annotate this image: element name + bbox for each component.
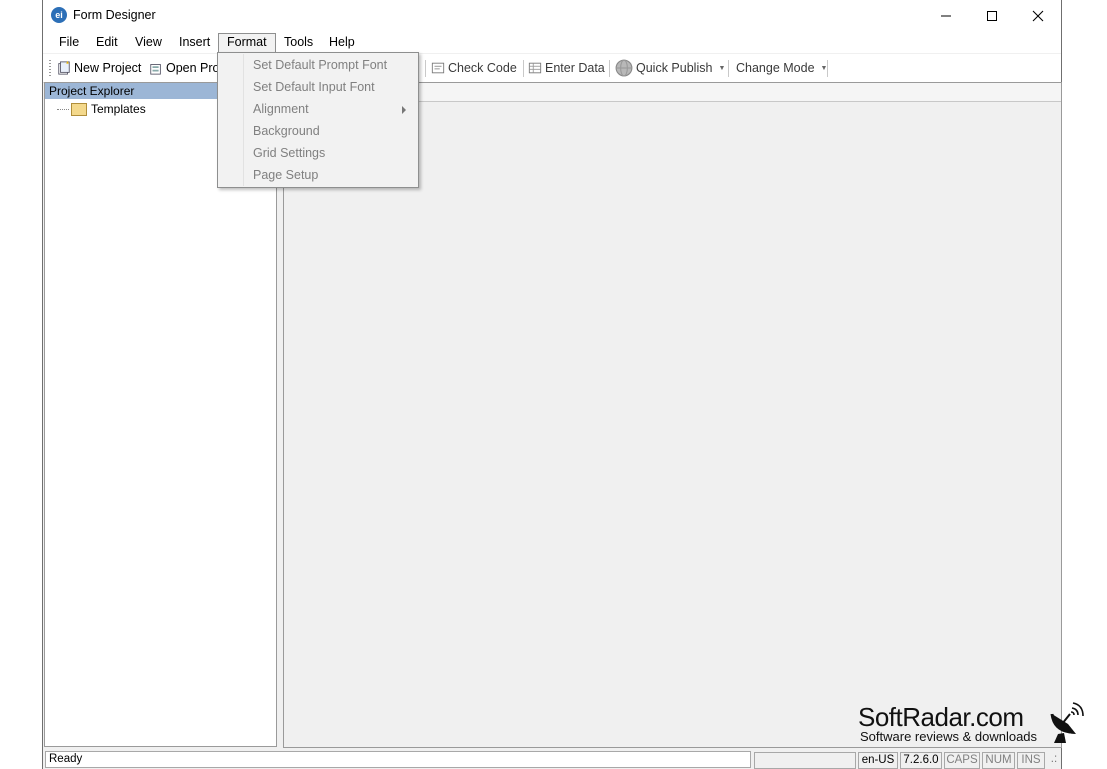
menu-item-set-default-prompt-font[interactable]: Set Default Prompt Font — [253, 54, 387, 76]
minimize-button[interactable] — [923, 0, 969, 31]
menu-item-page-setup[interactable]: Page Setup — [253, 164, 318, 186]
open-project-button[interactable]: Open Pro — [149, 58, 220, 78]
menu-icon-gutter — [219, 54, 244, 186]
enter-data-label: Enter Data — [545, 61, 605, 75]
status-locale: en-US — [858, 752, 898, 769]
minimize-icon — [941, 15, 951, 16]
toolbar-separator — [827, 60, 828, 77]
format-menu-dropdown: Set Default Prompt Font Set Default Inpu… — [217, 52, 419, 188]
folder-icon — [71, 102, 87, 116]
maximize-icon — [987, 10, 997, 21]
maximize-button[interactable] — [969, 0, 1015, 31]
title-bar[interactable]: ei Form Designer — [43, 0, 1061, 31]
menu-view[interactable]: View — [127, 33, 170, 52]
window-title: Form Designer — [73, 8, 156, 22]
enter-data-button[interactable]: Enter Data — [528, 58, 605, 78]
menu-edit[interactable]: Edit — [88, 33, 126, 52]
toolbar-separator — [523, 60, 524, 77]
status-blank-cell — [754, 752, 856, 769]
open-project-label: Open Pro — [166, 61, 220, 75]
satellite-dish-icon — [1050, 702, 1084, 743]
new-project-icon — [58, 61, 70, 75]
menu-item-grid-settings[interactable]: Grid Settings — [253, 142, 325, 164]
new-project-label: New Project — [74, 61, 142, 75]
toolbar-separator — [728, 60, 729, 77]
globe-icon — [615, 59, 633, 77]
menu-item-set-default-input-font[interactable]: Set Default Input Font — [253, 76, 375, 98]
resize-grip-icon[interactable]: .: — [1047, 752, 1061, 769]
chevron-down-icon: ▼ — [718, 64, 726, 72]
change-mode-button[interactable]: Change Mode ▼ — [736, 58, 827, 78]
tree-item-label: Templates — [91, 102, 146, 116]
toolbar-grip[interactable] — [49, 60, 51, 76]
open-project-icon — [150, 64, 161, 75]
tree-item-templates[interactable]: Templates — [57, 101, 146, 117]
app-window: ei Form Designer File Edit View Insert F… — [42, 0, 1062, 769]
toolbar-separator — [425, 60, 426, 77]
status-caps: CAPS — [944, 752, 980, 769]
new-project-button[interactable]: New Project — [57, 58, 141, 78]
tree-connector — [57, 108, 69, 110]
enter-data-icon — [528, 62, 542, 74]
menu-file[interactable]: File — [51, 33, 87, 52]
menu-format[interactable]: Format — [218, 33, 276, 54]
softradar-watermark: SoftRadar.com Software reviews & downloa… — [858, 700, 1098, 746]
menu-insert[interactable]: Insert — [171, 33, 218, 52]
status-bar: Ready en-US 7.2.6.0 CAPS NUM INS .: — [43, 750, 1061, 769]
menu-tools[interactable]: Tools — [276, 33, 321, 52]
menu-item-background[interactable]: Background — [253, 120, 320, 142]
status-ins: INS — [1017, 752, 1045, 769]
quick-publish-label: Quick Publish — [636, 61, 713, 75]
menu-bar: File Edit View Insert Format Tools Help — [43, 31, 1061, 54]
toolbar-separator — [609, 60, 610, 77]
check-code-label: Check Code — [448, 61, 517, 75]
status-num: NUM — [982, 752, 1015, 769]
check-code-icon — [431, 62, 445, 74]
submenu-arrow-icon — [402, 106, 406, 114]
status-version: 7.2.6.0 — [900, 752, 942, 769]
status-text: Ready — [45, 751, 751, 768]
toolbar: New Project Open Pro Check Code Enter Da… — [43, 54, 1061, 83]
close-button[interactable] — [1015, 0, 1061, 31]
menu-help[interactable]: Help — [321, 33, 363, 52]
change-mode-label: Change Mode — [736, 61, 815, 75]
menu-item-alignment[interactable]: Alignment — [253, 98, 309, 120]
watermark-tagline: Software reviews & downloads — [860, 729, 1038, 744]
close-icon — [1032, 10, 1044, 21]
check-code-button[interactable]: Check Code — [431, 58, 517, 78]
quick-publish-button[interactable]: Quick Publish ▼ — [615, 58, 725, 78]
app-logo-icon: ei — [51, 7, 67, 23]
